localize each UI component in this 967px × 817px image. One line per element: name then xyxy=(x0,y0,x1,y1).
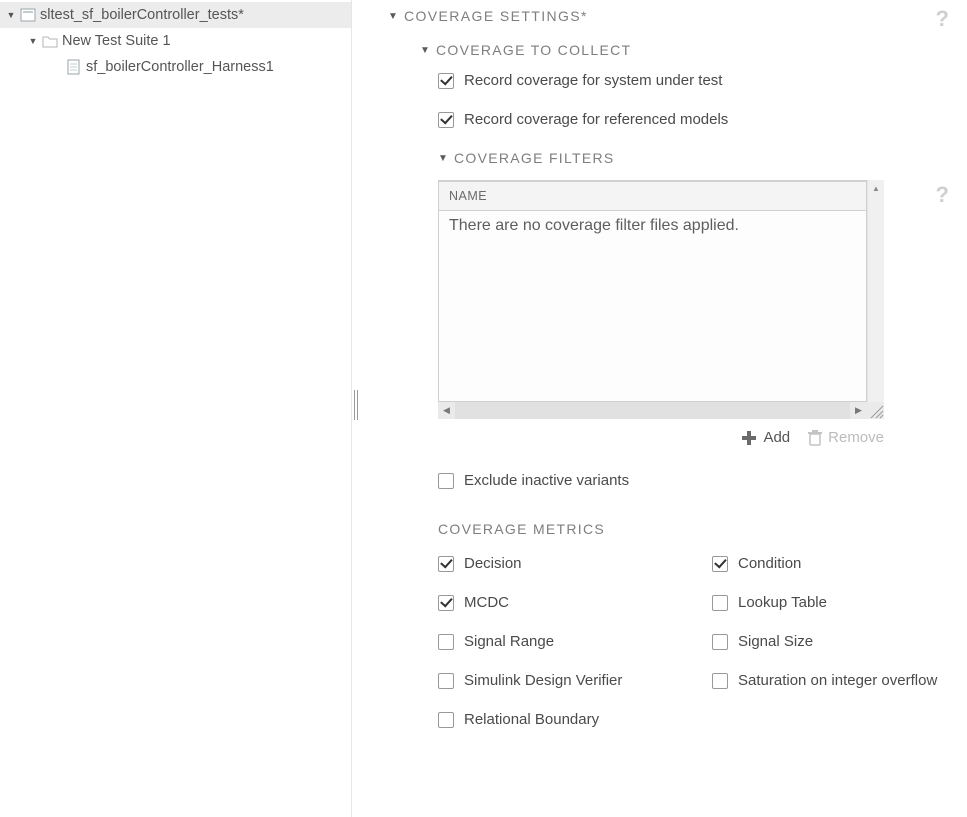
trash-icon xyxy=(808,430,822,446)
caret-down-icon[interactable]: ▼ xyxy=(388,11,400,22)
scroll-right-icon[interactable]: ▶ xyxy=(850,402,867,419)
coverage-metrics-grid: Decision Condition MCDC Lookup Table Sig… xyxy=(438,555,943,728)
help-icon[interactable]: ? xyxy=(936,6,949,32)
sldv-checkbox[interactable] xyxy=(438,673,454,689)
decision-checkbox[interactable] xyxy=(438,556,454,572)
filter-actions: Add Remove xyxy=(438,429,884,446)
sigsize-label: Signal Size xyxy=(738,633,813,650)
relbound-checkbox[interactable] xyxy=(438,712,454,728)
record-ref-row: Record coverage for referenced models xyxy=(438,111,943,128)
remove-button[interactable]: Remove xyxy=(808,429,884,446)
help-icon[interactable]: ? xyxy=(936,182,949,208)
add-button[interactable]: Add xyxy=(741,429,790,446)
condition-checkbox[interactable] xyxy=(712,556,728,572)
tree-file-label: sltest_sf_boilerController_tests* xyxy=(38,7,244,23)
remove-label: Remove xyxy=(828,429,884,446)
coverage-settings-panel: ? ▼ COVERAGE SETTINGS* ▼ COVERAGE TO COL… xyxy=(352,0,967,817)
scroll-up-icon[interactable]: ▲ xyxy=(868,180,884,197)
caret-down-icon[interactable]: ▼ xyxy=(26,36,40,46)
lookup-label: Lookup Table xyxy=(738,594,827,611)
scroll-track[interactable] xyxy=(455,402,850,419)
tree-case-label: sf_boilerController_Harness1 xyxy=(84,59,274,75)
relbound-label: Relational Boundary xyxy=(464,711,599,728)
coverage-metrics-title: COVERAGE METRICS xyxy=(438,521,943,537)
vertical-scrollbar[interactable]: ▲ xyxy=(867,180,884,402)
mcdc-label: MCDC xyxy=(464,594,509,611)
test-file-icon xyxy=(18,7,38,23)
sigsize-checkbox[interactable] xyxy=(712,634,728,650)
test-browser-tree: ▼ sltest_sf_boilerController_tests* ▼ Ne… xyxy=(0,0,352,817)
exclude-inactive-label: Exclude inactive variants xyxy=(464,472,629,489)
horizontal-scrollbar[interactable]: ◀ ▶ xyxy=(438,402,867,419)
tree-file-node[interactable]: ▼ sltest_sf_boilerController_tests* xyxy=(0,2,351,28)
saturation-checkbox[interactable] xyxy=(712,673,728,689)
caret-down-icon[interactable]: ▼ xyxy=(420,45,432,56)
tree-suite-label: New Test Suite 1 xyxy=(60,33,171,49)
add-label: Add xyxy=(763,429,790,446)
coverage-filters-section: ▼ COVERAGE FILTERS NAME There are no cov… xyxy=(438,150,943,419)
filters-col-name: NAME xyxy=(439,181,866,211)
lookup-checkbox[interactable] xyxy=(712,595,728,611)
coverage-to-collect-title: COVERAGE TO COLLECT xyxy=(436,42,631,58)
filters-empty-message: There are no coverage filter files appli… xyxy=(439,211,866,401)
mcdc-checkbox[interactable] xyxy=(438,595,454,611)
resize-grip-icon[interactable] xyxy=(867,402,884,419)
record-sut-row: Record coverage for system under test xyxy=(438,72,943,89)
record-ref-checkbox[interactable] xyxy=(438,112,454,128)
sigrange-label: Signal Range xyxy=(464,633,554,650)
record-sut-checkbox[interactable] xyxy=(438,73,454,89)
exclude-inactive-checkbox[interactable] xyxy=(438,473,454,489)
saturation-label: Saturation on integer overflow xyxy=(738,672,937,689)
coverage-filters-title: COVERAGE FILTERS xyxy=(454,150,615,166)
plus-icon xyxy=(741,430,757,446)
filters-table: NAME There are no coverage filter files … xyxy=(438,180,867,402)
record-ref-label: Record coverage for referenced models xyxy=(464,111,728,128)
tree-suite-node[interactable]: ▼ New Test Suite 1 xyxy=(0,28,351,54)
decision-label: Decision xyxy=(464,555,522,572)
caret-down-icon[interactable]: ▼ xyxy=(4,10,18,20)
tree-case-node[interactable]: sf_boilerController_Harness1 xyxy=(0,54,351,80)
sigrange-checkbox[interactable] xyxy=(438,634,454,650)
record-sut-label: Record coverage for system under test xyxy=(464,72,722,89)
sldv-label: Simulink Design Verifier xyxy=(464,672,622,689)
condition-label: Condition xyxy=(738,555,801,572)
scroll-left-icon[interactable]: ◀ xyxy=(438,402,455,419)
coverage-settings-title: COVERAGE SETTINGS* xyxy=(404,8,588,24)
caret-down-icon[interactable]: ▼ xyxy=(438,153,450,164)
document-icon xyxy=(64,59,84,75)
folder-icon xyxy=(40,34,60,48)
splitter-handle[interactable] xyxy=(354,390,358,420)
exclude-inactive-row: Exclude inactive variants xyxy=(438,472,943,489)
